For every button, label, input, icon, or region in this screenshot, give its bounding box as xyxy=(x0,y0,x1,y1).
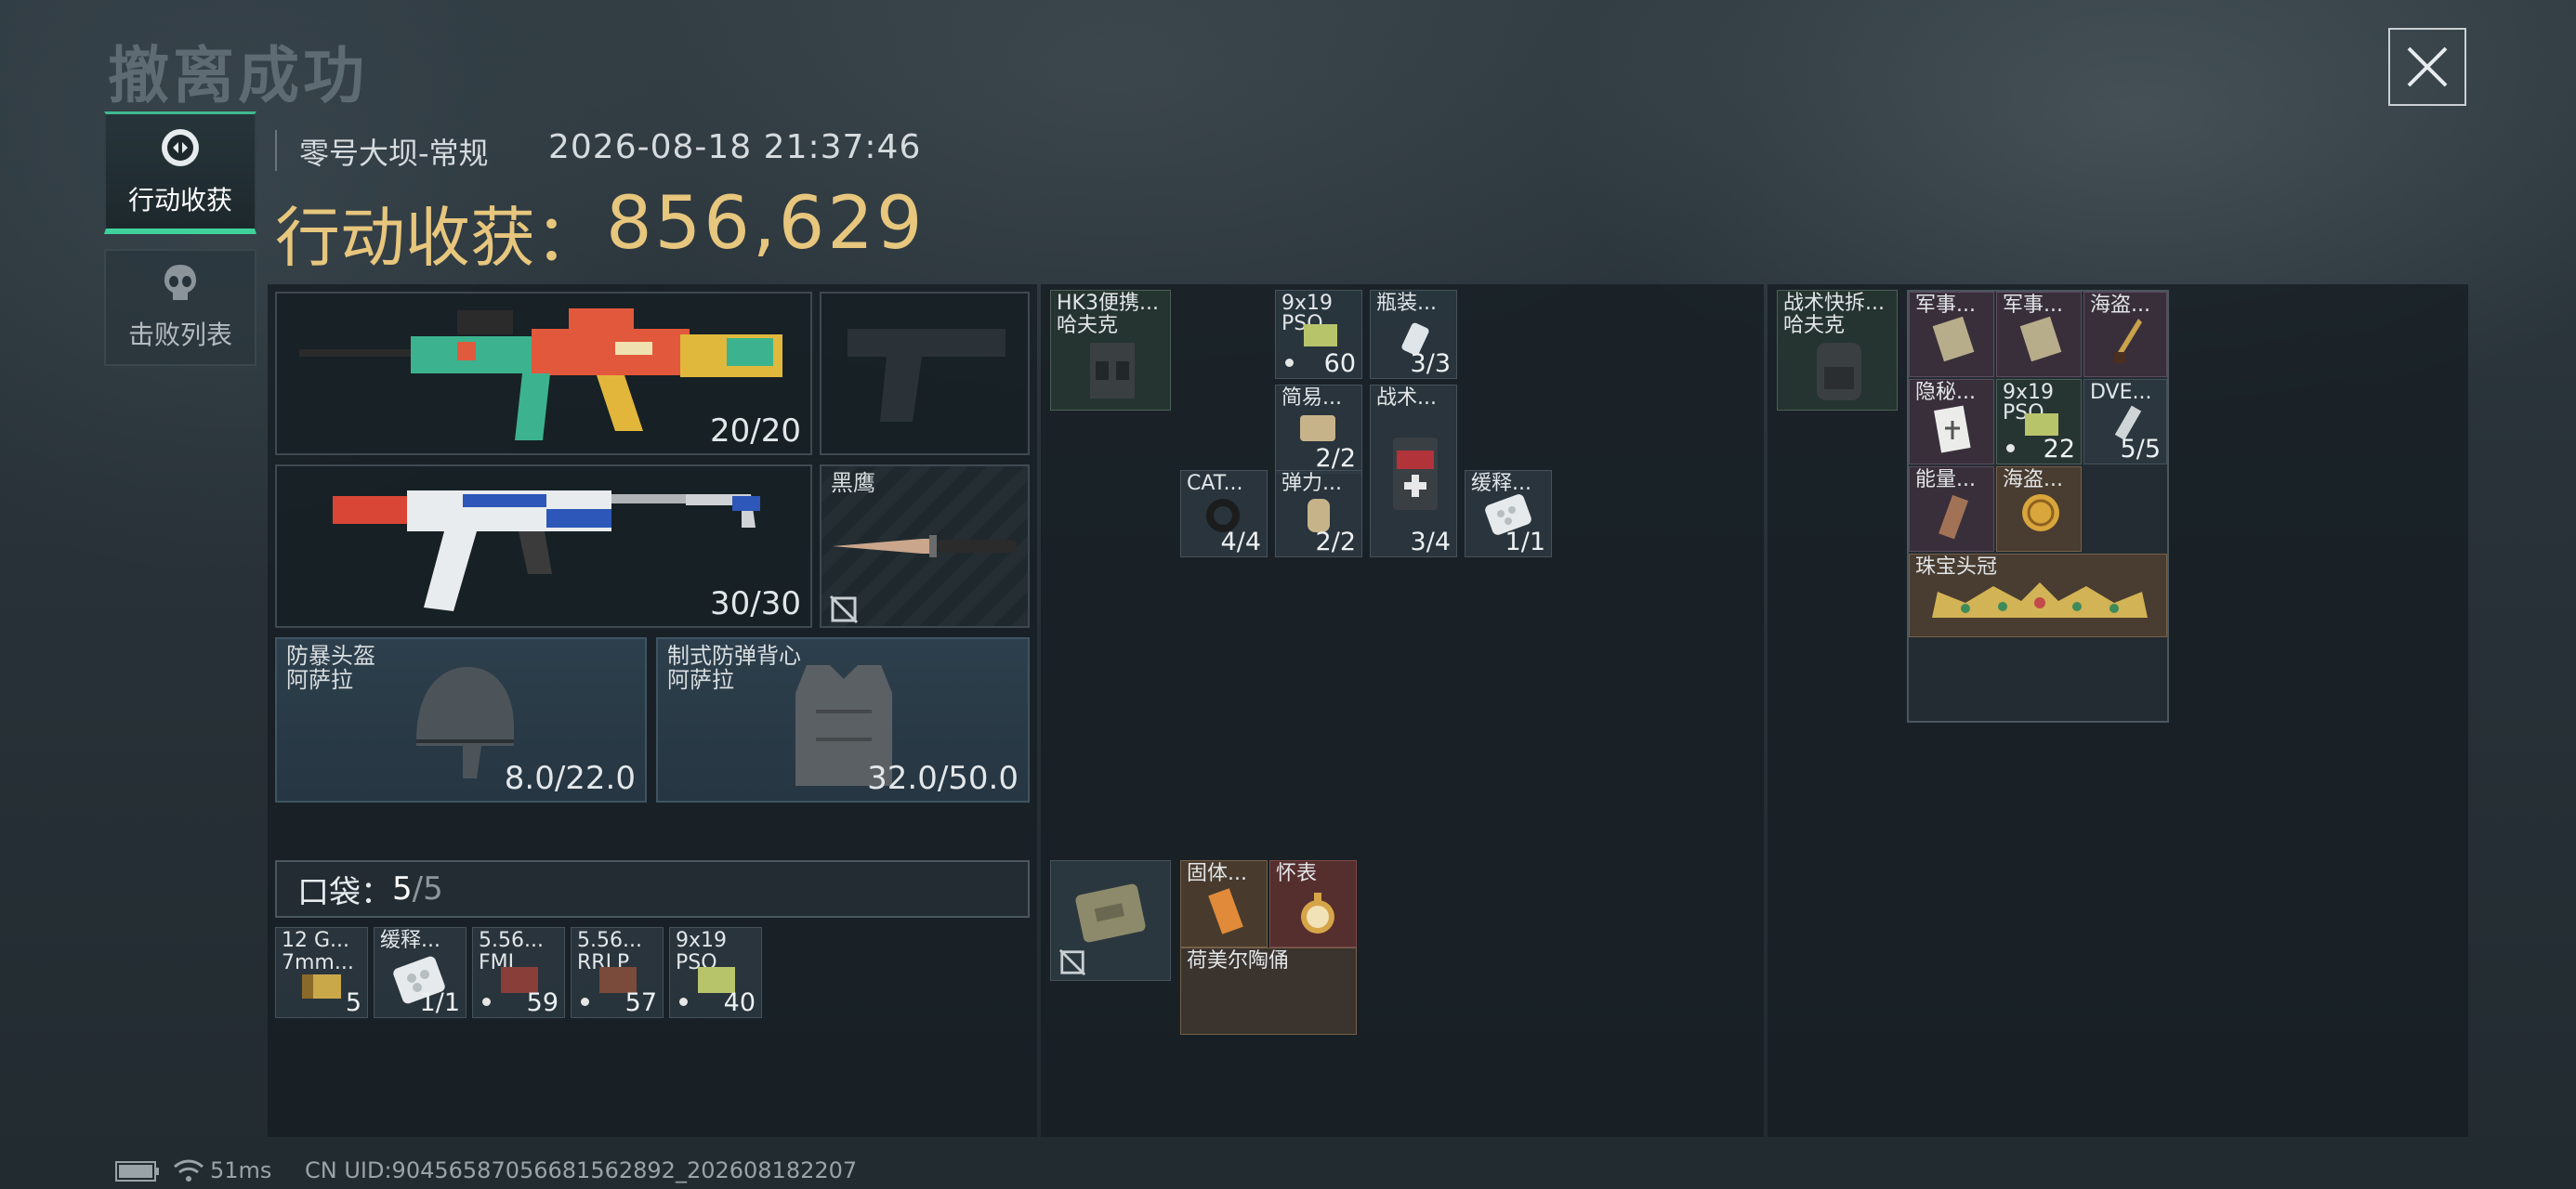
pocket-header: 口袋： 5 / 5 xyxy=(275,860,1030,918)
pistol-slot-empty[interactable] xyxy=(820,292,1030,455)
medkit-icon xyxy=(1393,438,1438,510)
helmet-icon xyxy=(416,667,514,778)
helmet-slot[interactable]: 防暴头盔 阿萨拉 8.0/22.0 xyxy=(275,637,647,803)
eagle-emblem-icon xyxy=(162,128,199,166)
tab-label: 击败列表 xyxy=(127,320,232,350)
pocket-item[interactable]: 缓释... 1/1 xyxy=(374,927,467,1018)
pocket-max: 5 xyxy=(423,870,443,908)
backpack-item[interactable]: 珠宝头冠 xyxy=(1909,554,2167,637)
pirate-coin-icon xyxy=(2022,494,2059,531)
chest-rig-icon xyxy=(1090,343,1135,399)
pocket-item[interactable]: 5.56... RRLP 57 xyxy=(571,927,664,1018)
military-tablet-icon xyxy=(2019,316,2062,362)
document-icon xyxy=(1934,405,1971,453)
melee-slot[interactable]: 黑鹰 xyxy=(820,464,1030,628)
armor-slot[interactable]: 制式防弹背心 阿萨拉 32.0/50.0 xyxy=(656,637,1030,803)
pocket-item[interactable]: 12 G... 7mm... 5 xyxy=(275,927,368,1018)
pocket-watch-icon xyxy=(1301,893,1334,934)
backpack-item[interactable]: 能量... xyxy=(1909,466,1994,552)
case-item[interactable]: 固体... xyxy=(1180,860,1268,947)
backpack-item[interactable]: 9x19 PSO 22 xyxy=(1996,379,2082,464)
knife-icon xyxy=(833,535,1017,557)
backpack-item[interactable]: 隐秘... xyxy=(1909,379,1994,464)
map-name: 零号大坝-常规 xyxy=(299,136,489,171)
tab-action-gains[interactable]: 行动收获 xyxy=(104,111,256,234)
rig-item[interactable]: 缓释... 1/1 xyxy=(1465,470,1552,557)
case-icon xyxy=(1075,883,1146,943)
uid-text: CN UID:9045658705668156289​2_20260818220… xyxy=(305,1157,858,1183)
helmet-type: 防暴头盔 xyxy=(286,643,375,669)
bandage-icon xyxy=(1300,415,1335,441)
rig-item[interactable]: 战术... 3/4 xyxy=(1370,385,1457,557)
jeweled-crown-icon xyxy=(1932,582,2148,618)
battery-icon xyxy=(115,1161,159,1182)
military-tablet-icon xyxy=(1932,316,1975,362)
ammo-box-icon xyxy=(1304,324,1337,346)
wifi-icon xyxy=(174,1159,204,1182)
close-button[interactable] xyxy=(2388,28,2466,106)
energy-bar-icon xyxy=(1939,494,1969,540)
helmet-durability: 8.0/22.0 xyxy=(504,760,636,797)
backpack-item[interactable]: 军事... xyxy=(1909,292,1994,377)
ammo-count: 30/30 xyxy=(710,585,801,622)
pocket-item[interactable]: 9x19 PSO 40 xyxy=(669,927,762,1018)
profit-value: 856,629 xyxy=(606,182,926,266)
page-title: 撤离成功 xyxy=(108,40,368,111)
rig-item[interactable]: 瓶装... 3/3 xyxy=(1370,290,1457,379)
pocket-separator: / xyxy=(412,870,424,908)
armor-durability: 32.0/50.0 xyxy=(867,760,1019,797)
unlock-disabled-icon xyxy=(1058,948,1086,976)
rig-item[interactable]: 9x19 PSO 60 xyxy=(1275,290,1362,379)
smg-icon xyxy=(333,490,760,611)
armor-name: 阿萨拉 xyxy=(667,667,734,693)
backpack-item[interactable]: 军事... xyxy=(1996,292,2082,377)
backpack-item[interactable]: DVE... 5/5 xyxy=(2083,379,2167,464)
divider xyxy=(275,130,277,171)
primary-weapon-slot[interactable]: 20/20 xyxy=(275,292,812,455)
ping-text: 51ms xyxy=(210,1157,272,1183)
secure-case-slot[interactable] xyxy=(1050,860,1171,981)
tab-label: 行动收获 xyxy=(127,184,232,216)
pocket-label: 口袋： xyxy=(297,873,392,911)
backpack-item[interactable]: 海盗... xyxy=(1996,466,2082,552)
unlock-disabled-icon xyxy=(829,594,859,624)
rig-item[interactable]: 简易... 2/2 xyxy=(1275,385,1362,474)
helmet-name: 阿萨拉 xyxy=(286,667,353,693)
ammo-count: 20/20 xyxy=(710,412,801,450)
armor-type: 制式防弹背心 xyxy=(667,643,801,669)
case-item[interactable]: 怀表 xyxy=(1269,860,1357,947)
pistol-silhouette-icon xyxy=(848,329,1005,422)
profit-label: 行动收获： xyxy=(275,200,600,276)
pirate-dagger-icon xyxy=(2114,319,2142,363)
backpack-icon xyxy=(1817,343,1861,400)
secondary-weapon-slot[interactable]: 30/30 xyxy=(275,464,812,628)
rig-item[interactable]: 弹力... 2/2 xyxy=(1275,470,1362,557)
pocket-count: 5 xyxy=(392,870,413,908)
tab-defeat-list[interactable]: 击败列表 xyxy=(104,249,256,366)
chest-rig-slot[interactable]: HK3便携... 哈夫克 xyxy=(1050,290,1171,411)
fuel-bar-icon xyxy=(1208,888,1243,934)
backpack-slot[interactable]: 战术快拆... 哈夫克 xyxy=(1777,290,1898,411)
shotgun-shell-icon xyxy=(302,974,341,999)
close-icon xyxy=(2407,46,2448,87)
timestamp: 2026-08-18 21:37:46 xyxy=(548,128,922,166)
pocket-item[interactable]: 5.56... FMJ 59 xyxy=(472,927,565,1018)
skull-icon xyxy=(164,265,196,300)
backpack-item[interactable]: 海盗... xyxy=(2083,292,2167,377)
melee-name: 黑鹰 xyxy=(831,470,875,496)
case-item[interactable]: 荷美尔陶俑 xyxy=(1180,947,1357,1035)
rig-item[interactable]: CAT... 4/4 xyxy=(1180,470,1268,557)
